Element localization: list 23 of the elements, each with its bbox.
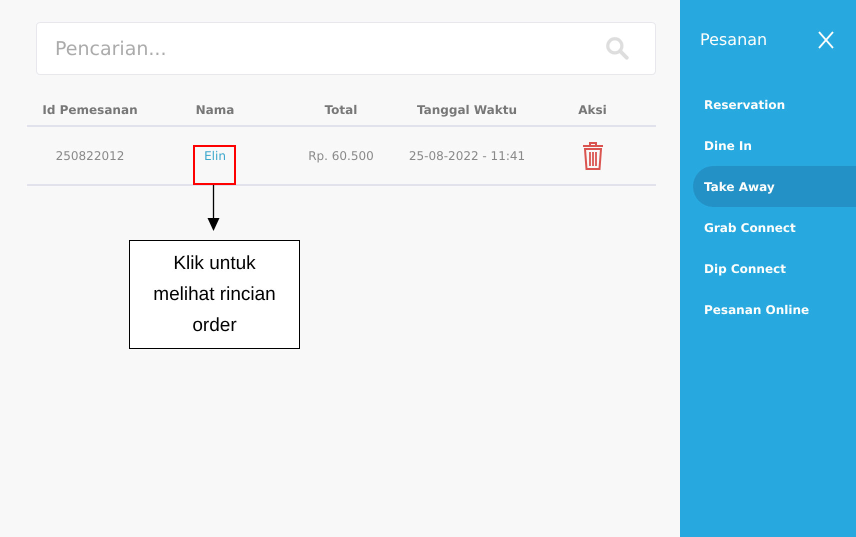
sidebar-item[interactable]: Pesanan Online — [693, 289, 856, 330]
delete-icon[interactable] — [580, 140, 604, 170]
column-header: Id Pemesanan — [42, 102, 138, 119]
search-field[interactable]: Pencarian... — [36, 22, 656, 75]
sidebar-item[interactable]: Dine In — [693, 125, 856, 166]
callout-text: Klik untuk melihat rincian order — [152, 252, 277, 338]
search-icon[interactable] — [604, 35, 630, 61]
arrow — [207, 185, 220, 231]
sidebar-item[interactable]: Grab Connect — [693, 207, 856, 248]
column-header: Total — [324, 102, 358, 119]
sidebar-item[interactable]: Reservation — [693, 84, 856, 125]
table-cell-text: 250822012 — [56, 148, 124, 164]
customer-name-link[interactable]: Elin — [204, 146, 226, 164]
close-icon[interactable] — [818, 31, 834, 49]
highlight-frame — [193, 145, 236, 185]
column-header: Aksi — [578, 102, 607, 119]
column-header: Tanggal Waktu — [416, 102, 517, 119]
sidebar-title: Pesanan — [700, 29, 768, 51]
table-cell-text: 25-08-2022 - 11:41 — [408, 148, 526, 164]
sidebar-item[interactable]: Take Away — [693, 166, 856, 207]
sidebar-item[interactable]: Dip Connect — [693, 248, 856, 289]
table-cell-text: Rp. 60.500 — [308, 148, 374, 164]
column-header: Nama — [196, 102, 234, 119]
